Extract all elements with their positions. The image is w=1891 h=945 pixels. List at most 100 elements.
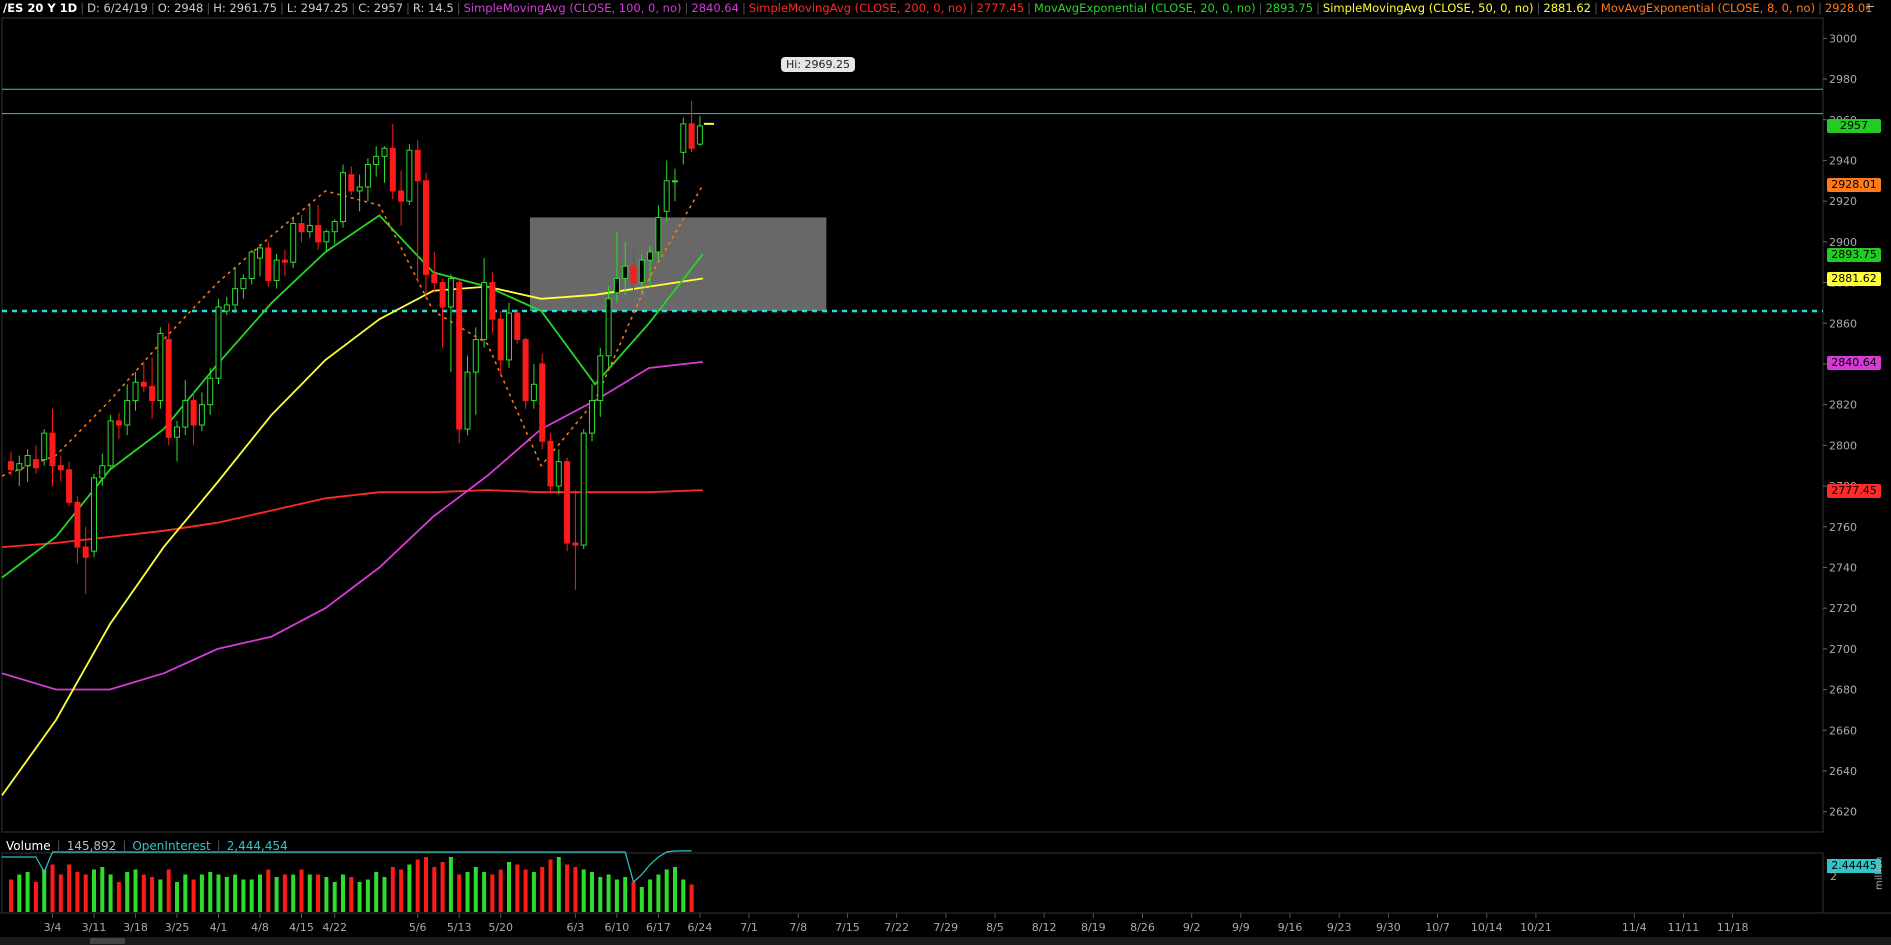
volume-bar — [523, 869, 528, 912]
price-tick-label: 2720 — [1829, 602, 1857, 615]
price-tick-label: 3000 — [1829, 32, 1857, 45]
study-ema20-label[interactable]: MovAvgExponential (CLOSE, 20, 0, no) — [1031, 1, 1259, 15]
date-tick-label: 5/13 — [447, 921, 472, 934]
candle-body — [655, 216, 662, 253]
volume-bar — [50, 864, 55, 912]
candle-body — [190, 400, 197, 426]
date-tick-label: 7/1 — [740, 921, 758, 934]
volume-bar — [316, 874, 321, 912]
volume-bar — [365, 879, 370, 912]
volume-bar — [224, 877, 229, 912]
volume-bar — [141, 874, 146, 912]
date-tick-label: 8/5 — [986, 921, 1004, 934]
volume-bar — [623, 877, 628, 912]
date-tick-label: 4/1 — [210, 921, 228, 934]
candle-body — [497, 318, 504, 361]
date-tick-label: 7/29 — [933, 921, 958, 934]
close-label: C: 2957 — [358, 1, 404, 15]
date-tick-label: 4/22 — [322, 921, 347, 934]
volume-bar — [299, 869, 304, 912]
price-tick-label: 2800 — [1829, 439, 1857, 452]
candle-body — [414, 149, 421, 182]
drawing-tool-icon[interactable]: ⌐ — [1865, 0, 1885, 14]
high-label: H: 2961.75 — [213, 1, 277, 15]
candle-body — [298, 223, 305, 233]
candle-body — [157, 332, 164, 402]
candle-body — [423, 180, 429, 275]
volume-bar — [556, 857, 561, 912]
volume-bar — [598, 877, 603, 912]
date-tick-label: 6/3 — [567, 921, 585, 934]
candle-body — [82, 546, 89, 558]
date-tick-label: 10/21 — [1520, 921, 1552, 934]
price-tick-label: 2680 — [1829, 684, 1857, 697]
candle-body — [215, 306, 222, 379]
volume-bar — [241, 879, 246, 912]
date-tick-label: 11/11 — [1668, 921, 1700, 934]
candle-body — [99, 465, 106, 479]
price-tick-label: 2660 — [1829, 724, 1857, 737]
volume-bar — [17, 874, 22, 912]
date-tick-label: 10/7 — [1425, 921, 1450, 934]
candle-body — [564, 461, 571, 544]
scrollbar-thumb[interactable] — [90, 938, 125, 944]
study-sma50-label[interactable]: SimpleMovingAvg (CLOSE, 50, 0, no) — [1320, 1, 1537, 15]
volume-bar — [606, 874, 611, 912]
horizontal-scrollbar[interactable] — [0, 937, 1891, 945]
volume-header: Volume | 145,892 | OpenInterest | 2,444,… — [3, 837, 291, 855]
volume-bar — [150, 877, 155, 912]
date-tick-label: 8/12 — [1032, 921, 1057, 934]
volume-bar — [507, 862, 511, 912]
price-tick-label: 2980 — [1829, 73, 1857, 86]
volume-label[interactable]: Volume — [3, 839, 54, 853]
candle-body — [539, 363, 546, 442]
candle-body — [356, 186, 363, 192]
price-chart[interactable]: 2620264026602680270027202740276027802800… — [0, 0, 1891, 945]
price-tag: 2840.64 — [1827, 355, 1881, 370]
low-label: L: 2947.25 — [286, 1, 349, 15]
price-pane-frame — [1, 17, 1824, 833]
candle-body — [290, 223, 297, 263]
date-tick-label: 3/18 — [123, 921, 148, 934]
volume-bar — [656, 874, 661, 912]
price-tick-label: 2620 — [1829, 806, 1857, 819]
volume-bar — [681, 879, 686, 912]
volume-bar — [332, 882, 337, 912]
study-sma200-label[interactable]: SimpleMovingAvg (CLOSE, 200, 0, no) — [746, 1, 970, 15]
candle-body — [680, 123, 687, 153]
volume-bar — [515, 864, 520, 912]
candle-body — [306, 225, 313, 233]
chart-header: /ES 20 Y 1D | D: 6/24/19 | O: 2948 | H: … — [0, 0, 1876, 16]
volume-bar — [631, 882, 636, 912]
study-sma100-label[interactable]: SimpleMovingAvg (CLOSE, 100, 0, no) — [461, 1, 685, 15]
date-tick-label: 6/24 — [688, 921, 713, 934]
candle-body — [605, 298, 612, 357]
candle-body — [232, 288, 239, 306]
date-label: D: 6/24/19 — [87, 1, 148, 15]
date-tick-label: 3/25 — [165, 921, 190, 934]
candle-body — [348, 174, 355, 192]
volume-bar — [374, 872, 379, 912]
candle-body — [547, 440, 554, 487]
candle-body — [696, 125, 703, 145]
volume-bar — [183, 874, 188, 912]
volume-bar — [175, 882, 179, 912]
candle-body — [447, 277, 454, 308]
study-sma200-value: 2777.45 — [976, 1, 1025, 15]
candle-body — [140, 381, 147, 387]
volume-bar — [33, 882, 38, 912]
open-interest-label[interactable]: OpenInterest — [129, 839, 213, 853]
candle-body — [149, 385, 156, 402]
volume-bar — [108, 874, 113, 912]
candle-body — [57, 465, 64, 471]
volume-bar — [133, 869, 138, 912]
candle-body — [638, 259, 645, 284]
candle-body — [91, 477, 97, 552]
symbol-label[interactable]: /ES 20 Y 1D — [0, 1, 80, 15]
date-tick-label: 6/10 — [605, 921, 630, 934]
volume-bar — [266, 869, 271, 912]
volume-bar — [382, 877, 387, 912]
study-ema8-label[interactable]: MovAvgExponential (CLOSE, 8, 0, no) — [1598, 1, 1818, 15]
date-tick-label: 10/14 — [1471, 921, 1503, 934]
date-tick-label: 11/4 — [1622, 921, 1647, 934]
